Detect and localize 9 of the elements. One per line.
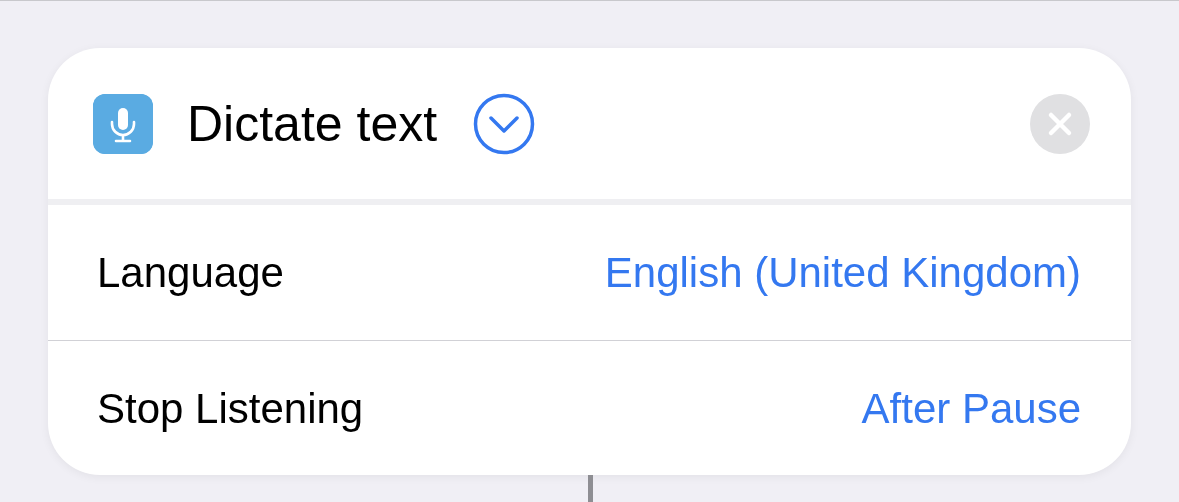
parameter-value[interactable]: After Pause <box>861 376 1081 440</box>
parameter-value[interactable]: English (United Kingdom) <box>604 241 1081 304</box>
microphone-icon <box>93 93 153 154</box>
parameter-row[interactable]: Stop Listening After Pause <box>48 340 1131 475</box>
action-title: Dictate text <box>187 98 438 149</box>
parameter-label: Stop Listening <box>97 383 364 434</box>
parameter-label: Language <box>97 248 284 298</box>
chevron-down-icon[interactable] <box>473 92 536 155</box>
parameter-row[interactable]: Language English (United Kingdom) <box>48 205 1131 340</box>
